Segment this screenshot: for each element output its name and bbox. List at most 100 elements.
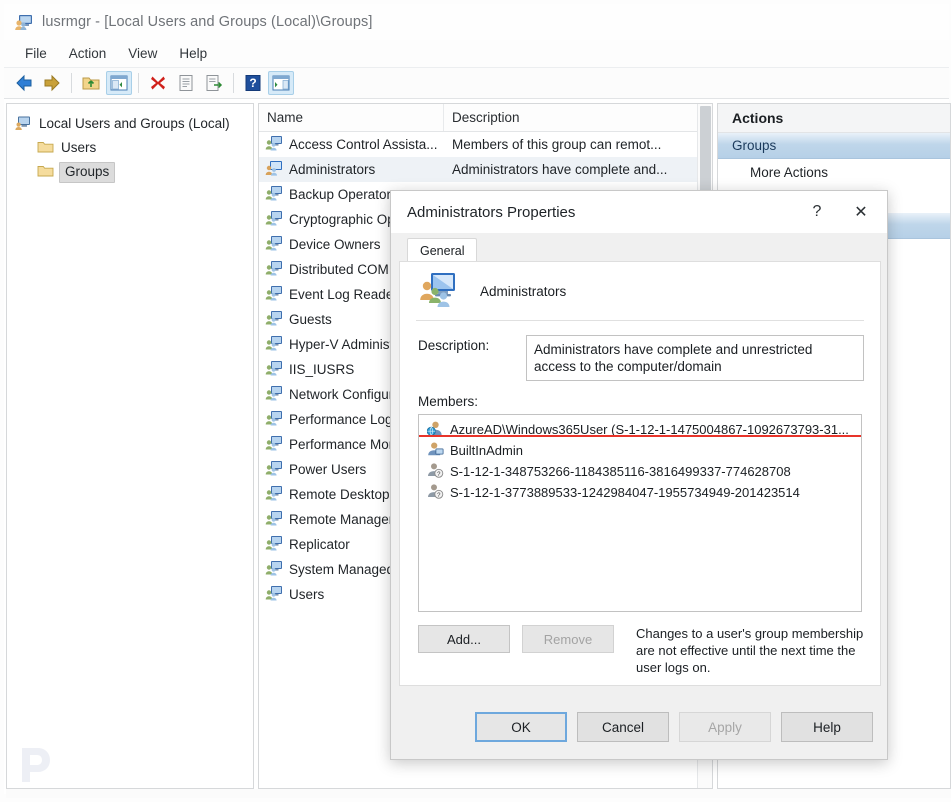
- ok-button[interactable]: OK: [475, 712, 567, 742]
- up-folder-icon[interactable]: [78, 71, 104, 95]
- tree-root-label: Local Users and Groups (Local): [39, 116, 230, 131]
- show-hide-tree-icon[interactable]: [106, 71, 132, 95]
- actions-group-header-groups[interactable]: Groups: [718, 133, 950, 159]
- help-question-icon[interactable]: ?: [240, 71, 266, 95]
- help-button[interactable]: Help: [781, 712, 873, 742]
- delete-x-icon[interactable]: [145, 71, 171, 95]
- list-row-name-label: Access Control Assista...: [289, 137, 438, 152]
- dialog-help-button[interactable]: ?: [795, 195, 839, 229]
- list-column-headers: Name Description: [259, 104, 712, 132]
- computer-users-icon: [14, 12, 34, 32]
- export-list-icon[interactable]: [201, 71, 227, 95]
- group-icon: [265, 210, 283, 229]
- group-icon: [265, 260, 283, 279]
- folder-icon: [37, 164, 54, 181]
- member-list-item[interactable]: AzureAD\Windows365User (S-1-12-1-1475004…: [419, 419, 861, 440]
- actions-item-more-actions[interactable]: More Actions: [718, 159, 950, 185]
- show-hide-action-pane-icon[interactable]: [268, 71, 294, 95]
- group-computer-icon: [418, 270, 458, 313]
- list-row-description-cell: Administrators have complete and...: [452, 162, 668, 177]
- list-row[interactable]: Access Control Assista... Members of this…: [259, 132, 712, 157]
- svg-text:?: ?: [249, 76, 256, 90]
- group-icon: [265, 435, 283, 454]
- group-icon: [265, 485, 283, 504]
- toolbar: ?: [4, 68, 949, 99]
- group-icon: [265, 235, 283, 254]
- dialog-group-header: Administrators: [400, 262, 880, 320]
- membership-hint-text: Changes to a user's group membership are…: [636, 626, 864, 675]
- members-action-row: Add... Remove Changes to a user's group …: [400, 612, 880, 676]
- list-row-name-label: Replicator: [289, 537, 350, 552]
- tree-item-groups[interactable]: Groups: [7, 160, 253, 184]
- list-row-name-label: Administrators: [289, 162, 376, 177]
- list-row-name-label: Device Owners: [289, 237, 381, 252]
- cancel-button[interactable]: Cancel: [577, 712, 669, 742]
- menu-view[interactable]: View: [117, 43, 168, 64]
- group-icon: [265, 460, 283, 479]
- list-row-name-label: Event Log Readers: [289, 287, 405, 302]
- member-list-item[interactable]: BuiltInAdmin: [419, 440, 861, 461]
- dialog-titlebar: Administrators Properties ? ✕: [391, 191, 887, 233]
- tree-item-users-label: Users: [61, 140, 97, 155]
- menu-action[interactable]: Action: [58, 43, 118, 64]
- list-row-description-cell: Members of this group can remot...: [452, 137, 662, 152]
- dialog-group-name: Administrators: [480, 283, 567, 299]
- apply-button: Apply: [679, 712, 771, 742]
- group-icon: [265, 360, 283, 379]
- group-icon: [265, 385, 283, 404]
- column-header-description[interactable]: Description: [444, 104, 712, 131]
- member-list-item[interactable]: ? S-1-12-1-348753266-1184385116-38164993…: [419, 461, 861, 482]
- folder-icon: [37, 140, 54, 157]
- list-row-name-label: Guests: [289, 312, 332, 327]
- members-listbox[interactable]: AzureAD\Windows365User (S-1-12-1-1475004…: [418, 414, 862, 612]
- administrators-properties-dialog: Administrators Properties ? ✕ General Ad…: [390, 190, 888, 760]
- toolbar-separator-3: [233, 73, 234, 93]
- column-header-name[interactable]: Name: [259, 104, 444, 131]
- list-row-name-cell: Access Control Assista...: [259, 135, 444, 154]
- dialog-body: Administrators Description: Administrato…: [399, 261, 881, 686]
- properties-icon[interactable]: [173, 71, 199, 95]
- member-list-item-label: S-1-12-1-3773889533-1242984047-195573494…: [450, 485, 800, 500]
- group-icon: [265, 410, 283, 429]
- member-list-item[interactable]: ? S-1-12-1-3773889533-1242984047-1955734…: [419, 482, 861, 503]
- forward-arrow-icon[interactable]: [39, 71, 65, 95]
- unknown-sid-icon: ?: [427, 483, 444, 502]
- status-bar: [6, 789, 951, 798]
- computer-icon: [15, 115, 32, 134]
- list-row-name-label: Backup Operators: [289, 187, 398, 202]
- list-row[interactable]: Administrators Administrators have comple…: [259, 157, 712, 182]
- member-list-item-label: BuiltInAdmin: [450, 443, 523, 458]
- menu-help[interactable]: Help: [168, 43, 218, 64]
- page-watermark-logo: [14, 742, 60, 788]
- list-row-name-label: Users: [289, 587, 325, 602]
- azuread-user-icon: [426, 420, 444, 439]
- group-icon: [265, 310, 283, 329]
- description-label: Description:: [418, 338, 490, 353]
- remove-button: Remove: [522, 625, 614, 653]
- local-user-icon: [427, 441, 444, 460]
- list-scrollbar-thumb[interactable]: [700, 106, 711, 202]
- member-list-item-label: AzureAD\Windows365User (S-1-12-1-1475004…: [450, 422, 849, 437]
- add-button[interactable]: Add...: [418, 625, 510, 653]
- description-input[interactable]: Administrators have complete and unrestr…: [526, 335, 864, 381]
- dialog-close-button[interactable]: ✕: [839, 195, 883, 229]
- tree-item-groups-label: Groups: [59, 161, 116, 183]
- back-arrow-icon[interactable]: [11, 71, 37, 95]
- screen: lusrmgr - [Local Users and Groups (Local…: [0, 0, 951, 802]
- toolbar-separator-2: [138, 73, 139, 93]
- tree-root-local-users-and-groups[interactable]: Local Users and Groups (Local): [7, 112, 253, 136]
- description-row: Description: Administrators have complet…: [400, 321, 880, 381]
- tree-item-users[interactable]: Users: [7, 136, 253, 160]
- group-icon: [265, 285, 283, 304]
- actions-pane-title: Actions: [718, 104, 950, 133]
- group-icon: [265, 135, 283, 154]
- tab-general[interactable]: General: [407, 238, 478, 262]
- menu-file[interactable]: File: [14, 43, 58, 64]
- list-row-name-label: Power Users: [289, 462, 367, 477]
- dialog-tabstrip: General: [391, 233, 887, 262]
- window-title: lusrmgr - [Local Users and Groups (Local…: [42, 14, 373, 30]
- list-row-name-label: IIS_IUSRS: [289, 362, 355, 377]
- unknown-sid-icon: ?: [427, 462, 444, 481]
- members-label: Members:: [418, 394, 479, 409]
- group-icon: [265, 510, 283, 529]
